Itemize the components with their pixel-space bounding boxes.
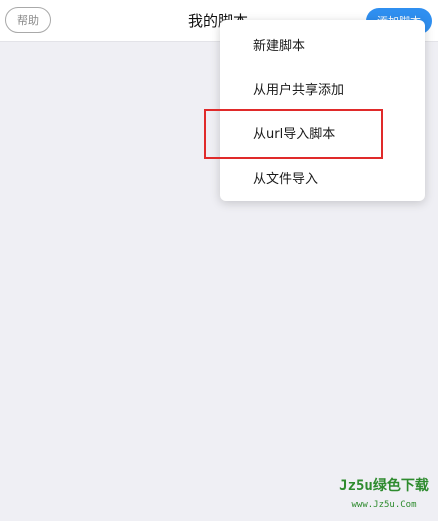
menu-item-import-from-file[interactable]: 从文件导入 <box>220 155 425 199</box>
watermark-brand: Jz5u绿色下载 <box>339 478 429 494</box>
annotation-highlight-box <box>204 109 383 159</box>
help-button[interactable]: 帮助 <box>5 7 51 33</box>
menu-item-new-script[interactable]: 新建脚本 <box>220 22 425 66</box>
menu-item-add-from-shared[interactable]: 从用户共享添加 <box>220 66 425 110</box>
watermark-url: www.Jz5u.Com <box>351 500 417 510</box>
